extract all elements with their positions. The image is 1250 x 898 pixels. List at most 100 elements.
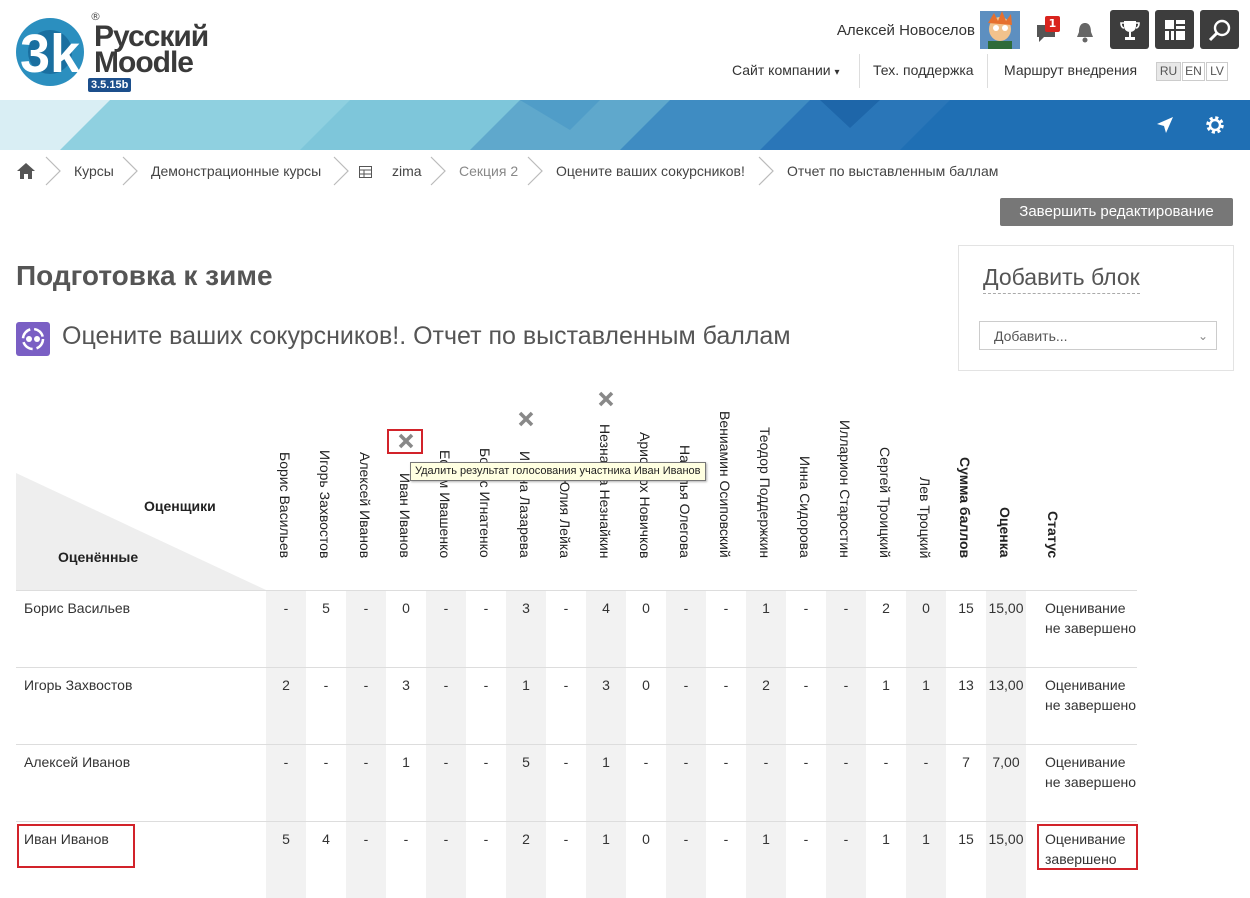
score-cell: 0 [642,831,650,847]
lang-en[interactable]: EN [1182,62,1205,81]
nav-divider [987,54,988,88]
rater-column-header: Игорь Захвостов [317,449,333,558]
breadcrumb-course[interactable]: zima [392,163,422,179]
score-cell: - [403,831,409,847]
table-corner-header [16,473,266,590]
breadcrumb-section[interactable]: Секция 2 [459,163,518,179]
score-cell: 1 [922,831,930,847]
score-cell: - [803,600,809,616]
score-cell: 2 [762,677,770,693]
user-name[interactable]: Алексей Новоселов [837,22,975,39]
score-cell: 4 [602,600,610,616]
breadcrumb-demo-courses[interactable]: Демонстрационные курсы [151,163,321,179]
rater-column-header: Сергей Троицкий [877,447,893,558]
svg-text:3k: 3k [20,24,81,84]
gear-icon[interactable] [1204,114,1226,136]
peer-assessment-icon [16,322,50,356]
row-divider [16,590,1137,591]
score-cell: 0 [402,600,410,616]
score-cell: 1 [602,831,610,847]
lang-ru[interactable]: RU [1156,62,1181,81]
score-cell: - [883,754,889,770]
notifications-bell-icon[interactable] [1074,20,1096,44]
breadcrumb-courses[interactable]: Курсы [74,163,114,179]
sum-cell: 7 [962,754,970,770]
score-cell: - [803,677,809,693]
breadcrumb: Курсы Демонстрационные курсы zima Секция… [0,150,1250,194]
rater-column-header: Вениамин Осиповский [717,411,733,558]
course-table-icon [359,166,372,178]
status-cell: Оценивание не завершено [1045,677,1136,713]
breadcrumb-separator-icon [45,156,61,186]
score-cell: - [483,831,489,847]
rated-user-name[interactable]: Игорь Захвостов [24,677,132,693]
delete-vote-icon[interactable] [597,390,615,408]
score-cell: 2 [522,831,530,847]
row-divider [16,744,1137,745]
add-block-title[interactable]: Добавить блок [983,264,1140,294]
score-cell: 5 [322,600,330,616]
company-site-menu[interactable]: Сайт компании ▾ [732,62,840,78]
messages-count-badge: 1 [1045,16,1060,32]
score-cell: - [483,677,489,693]
lang-lv[interactable]: LV [1206,62,1228,81]
score-cell: 3 [522,600,530,616]
send-icon[interactable] [1155,115,1175,135]
score-cell: 1 [882,831,890,847]
search-button[interactable] [1200,10,1239,49]
score-cell: - [683,600,689,616]
site-logo[interactable]: 3k ® Русский Moodle 3.5.15b [14,10,224,92]
score-cell: 0 [922,600,930,616]
rater-column-header: Инна Сидорова [797,456,813,558]
delete-vote-icon[interactable] [517,410,535,428]
grade-cell: 15,00 [988,831,1024,847]
score-cell: 1 [922,677,930,693]
score-cell: 0 [642,600,650,616]
grade-cell: 13,00 [988,677,1024,693]
sum-cell: 13 [958,677,974,693]
apps-grid-button[interactable] [1155,10,1194,49]
finish-editing-button[interactable]: Завершить редактирование [1000,198,1233,226]
site-header: 3k ® Русский Moodle 3.5.15b Алексей Ново… [0,0,1250,100]
banner-pattern [0,100,1250,150]
score-cell: 1 [882,677,890,693]
rated-user-name[interactable]: Алексей Иванов [24,754,130,770]
rater-column-header: Лев Троцкий [917,476,933,558]
breadcrumb-separator-icon [333,156,349,186]
logo-mark-icon: 3k [16,18,84,86]
score-cell: 5 [522,754,530,770]
score-cell: - [923,754,929,770]
score-cell: - [563,600,569,616]
roadmap-link[interactable]: Маршрут внедрения [1004,62,1137,78]
add-block-select[interactable]: Добавить... ⌄ [979,321,1217,350]
highlight-box [1037,824,1138,870]
grade-cell: 7,00 [992,754,1020,770]
score-cell: - [483,754,489,770]
rater-column-header: Алексей Иванов [357,451,373,558]
highlight-box [387,429,423,454]
home-icon[interactable] [16,162,36,180]
search-icon [1208,19,1230,41]
avatar[interactable] [980,11,1020,49]
grid-icon [1164,19,1185,40]
score-cell: - [683,831,689,847]
score-cell: - [843,754,849,770]
rated-user-name[interactable]: Борис Васильев [24,600,130,616]
activity-report-title: Оцените ваших сокурсников!. Отчет по выс… [62,322,791,350]
sum-cell: 15 [958,600,974,616]
score-cell: 1 [522,677,530,693]
score-cell: - [323,677,329,693]
score-cell: 1 [762,600,770,616]
breadcrumb-activity[interactable]: Оцените ваших сокурсников! [556,163,745,179]
score-cell: 4 [322,831,330,847]
score-cell: - [803,831,809,847]
support-link[interactable]: Тех. поддержка [873,62,974,78]
breadcrumb-separator-icon [430,156,446,186]
breadcrumb-report: Отчет по выставленным баллам [787,163,999,179]
score-cell: - [723,600,729,616]
rater-column-header: Борис Васильев [277,451,293,558]
score-cell: - [803,754,809,770]
score-cell: - [563,754,569,770]
achievements-trophy-button[interactable] [1110,10,1149,49]
score-cell: - [563,831,569,847]
